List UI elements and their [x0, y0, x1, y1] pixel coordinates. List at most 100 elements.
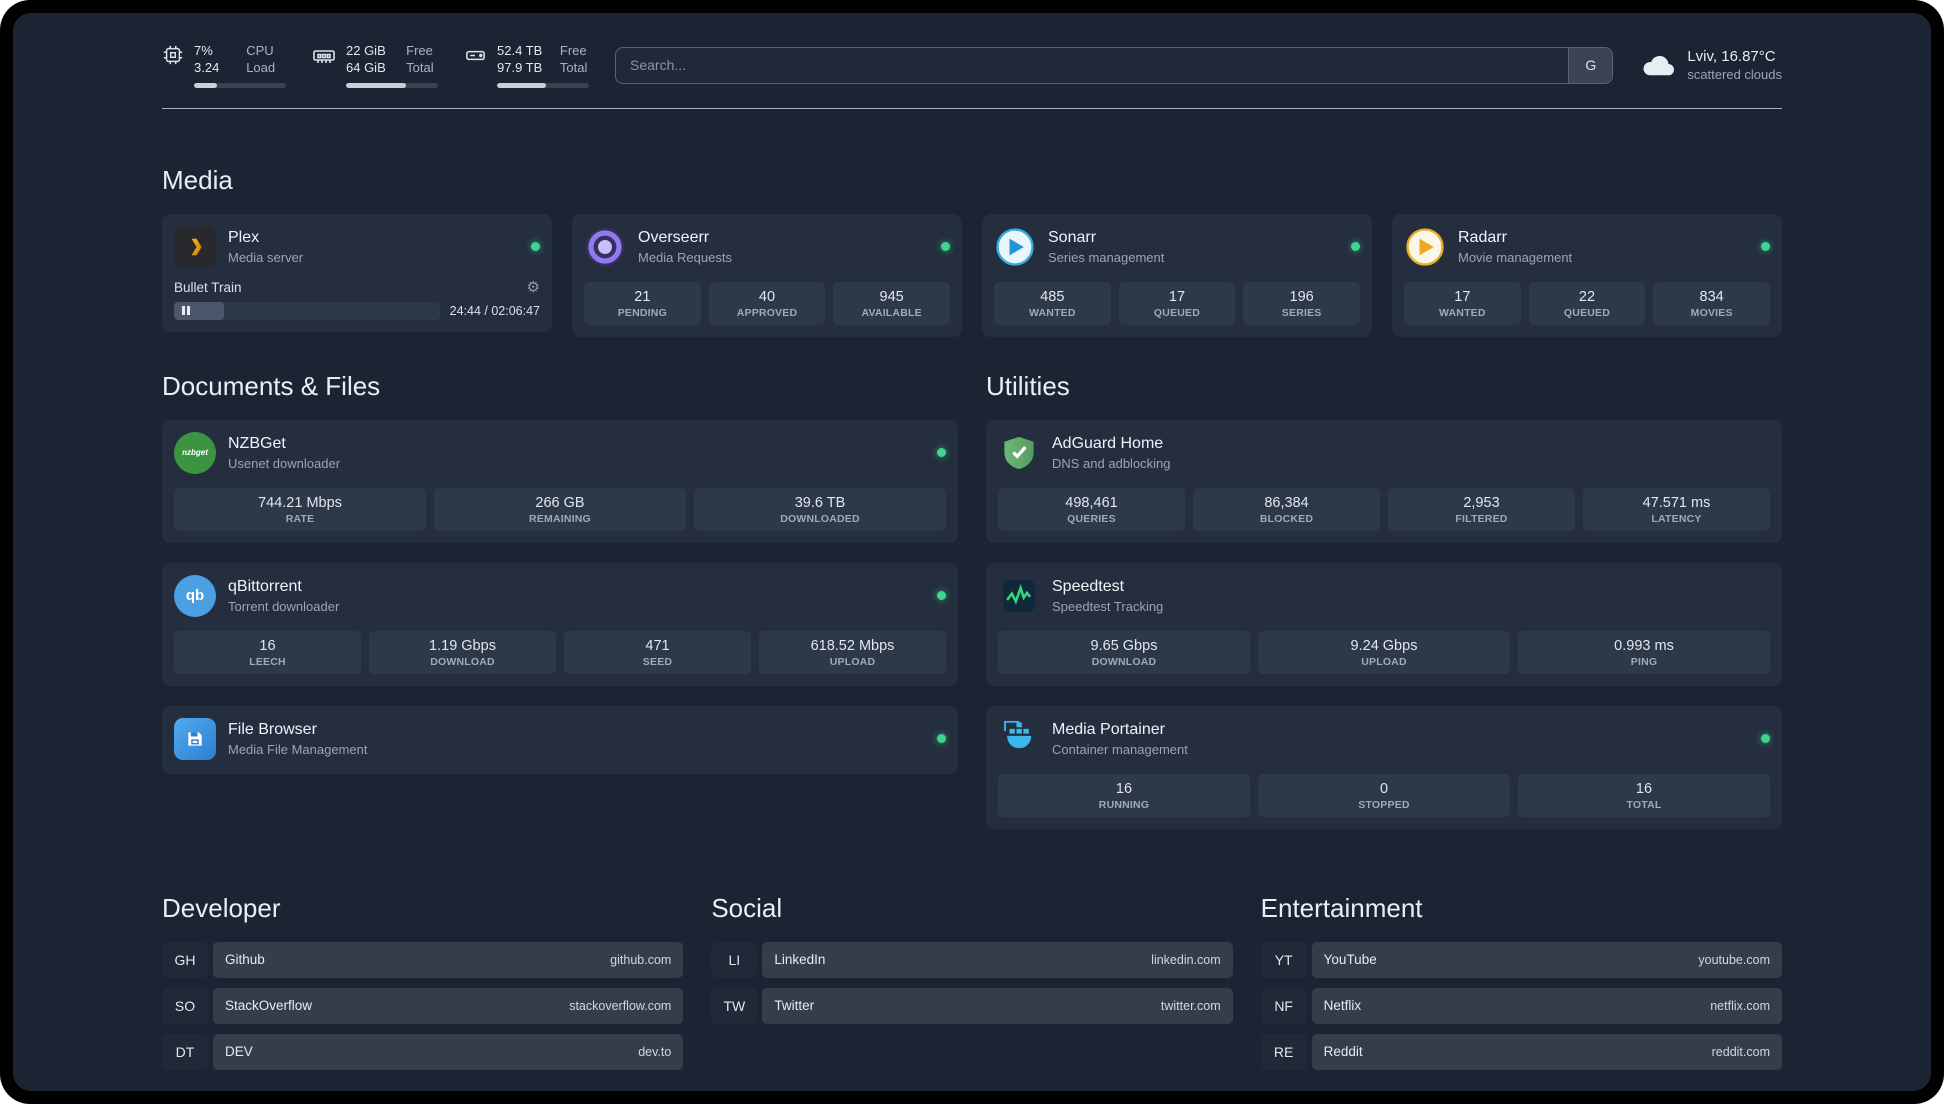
section-title-entertainment: Entertainment: [1260, 892, 1423, 923]
stat-downloaded: 39.6 TB DOWNLOADED: [694, 487, 946, 531]
bookmark-twitter[interactable]: TW Twitter twitter.com: [711, 987, 1233, 1024]
media-grid: Plex Media server Bullet Train ⚙ 24:44 /…: [162, 213, 1782, 337]
section-utilities: Utilities AdGuard Home DNS and adblockin…: [986, 371, 1782, 829]
stat-value: 0.993 ms: [1614, 637, 1674, 654]
social-list: LI LinkedIn linkedin.com TW Twitter twit…: [711, 941, 1233, 1024]
speedtest-meta: Speedtest Speedtest Tracking: [1052, 577, 1163, 613]
stat-series: 196 SERIES: [1243, 281, 1360, 325]
service-name: Radarr: [1458, 229, 1507, 247]
stat-value: 9.24 Gbps: [1350, 637, 1418, 654]
portainer-meta: Media Portainer Container management: [1052, 720, 1188, 756]
service-name: NZBGet: [228, 435, 286, 453]
top-bar: 7% CPU 3.24 Load 22 GiB Free 64 GiB Tota…: [162, 43, 1782, 88]
bookmark-body: Github github.com: [213, 941, 684, 978]
bookmark-name: Github: [225, 952, 265, 967]
radarr-card[interactable]: Radarr Movie management 17 WANTED 22 QUEUE…: [1392, 213, 1782, 337]
stat-download: 1.19 Gbps DOWNLOAD: [369, 630, 556, 674]
stat-value: 744.21 Mbps: [258, 494, 342, 511]
bookmark-abbr: SO: [162, 987, 208, 1024]
adguard-header: AdGuard Home DNS and adblocking: [998, 430, 1770, 476]
nzbget-card[interactable]: nzbget NZBGet Usenet downloader 744.21 M…: [162, 419, 958, 543]
memory-widget: 22 GiB Free 64 GiB Total: [312, 43, 438, 88]
entertainment-list: YT YouTube youtube.com NF Netflix netfli…: [1260, 941, 1782, 1070]
stat-ping: 0.993 ms PING: [1518, 630, 1770, 674]
search-input[interactable]: [616, 47, 1569, 83]
speedtest-stats: 9.65 Gbps DOWNLOAD 9.24 Gbps UPLOAD 0.993 …: [998, 630, 1770, 674]
adguard-card[interactable]: AdGuard Home DNS and adblocking 498,461 Q…: [986, 419, 1782, 543]
service-desc: Series management: [1048, 249, 1165, 265]
gear-icon[interactable]: ⚙: [527, 280, 540, 295]
filebrowser-card[interactable]: File Browser Media File Management: [162, 705, 958, 774]
bookmark-github[interactable]: GH Github github.com: [162, 941, 684, 978]
section-documents: Documents & Files nzbget NZBGet Usenet d…: [162, 371, 958, 774]
player-progressbar[interactable]: [174, 301, 440, 320]
plex-card[interactable]: Plex Media server Bullet Train ⚙ 24:44 /…: [162, 213, 552, 332]
stat-download: 9.65 Gbps DOWNLOAD: [998, 630, 1250, 674]
speedtest-card[interactable]: Speedtest Speedtest Tracking 9.65 Gbps DO…: [986, 562, 1782, 686]
adguard-stats: 498,461 QUERIES 86,384 BLOCKED 2,953 FILTER…: [998, 487, 1770, 531]
bookmark-linkedin[interactable]: LI LinkedIn linkedin.com: [711, 941, 1233, 978]
bookmark-stackoverflow[interactable]: SO StackOverflow stackoverflow.com: [162, 987, 684, 1024]
disk-widget: 52.4 TB Free 97.9 TB Total: [464, 43, 589, 88]
stat-value: 618.52 Mbps: [810, 637, 895, 654]
bookmark-domain: netflix.com: [1710, 998, 1770, 1013]
radarr-stats: 17 WANTED 22 QUEUED 834 MOVIES: [1404, 281, 1770, 325]
stat-value: 266 GB: [535, 494, 585, 511]
overseerr-stats: 21 PENDING 40 APPROVED 945 AVAILABLE: [584, 281, 950, 325]
weather-widget: Lviv, 16.87°C scattered clouds: [1639, 46, 1782, 84]
stat-value: 39.6 TB: [794, 494, 846, 511]
sonarr-card[interactable]: Sonarr Series management 485 WANTED 17 QUE…: [982, 213, 1372, 337]
bookmark-netflix[interactable]: NF Netflix netflix.com: [1260, 987, 1782, 1024]
section-title-developer: Developer: [162, 892, 281, 923]
stat-value: 9.65 Gbps: [1090, 637, 1158, 654]
cpu-label-1: CPU: [246, 43, 274, 58]
bookmark-body: YouTube youtube.com: [1311, 941, 1782, 978]
bookmark-body: Reddit reddit.com: [1311, 1033, 1782, 1070]
radarr-header: Radarr Movie management: [1404, 224, 1770, 270]
stat-value: 47.571 ms: [1642, 494, 1711, 511]
disk-stats: 52.4 TB Free 97.9 TB Total: [497, 43, 589, 88]
speedtest-header: Speedtest Speedtest Tracking: [998, 573, 1770, 619]
qbittorrent-icon: qb: [174, 574, 216, 617]
stat-blocked: 86,384 BLOCKED: [1193, 487, 1380, 531]
bookmarks-row: Developer GH Github github.com SO StackO…: [162, 893, 1782, 1070]
qbittorrent-card[interactable]: qb qBittorrent Torrent downloader 16 LEEC…: [162, 562, 958, 686]
disk-label-2: Total: [559, 60, 588, 76]
bookmark-youtube[interactable]: YT YouTube youtube.com: [1260, 941, 1782, 978]
stat-label: STOPPED: [1358, 798, 1410, 811]
stat-value: 22: [1578, 288, 1596, 305]
stat-queries: 498,461 QUERIES: [998, 487, 1185, 531]
topbar-divider: [162, 107, 1782, 109]
stat-value: 40: [758, 288, 776, 305]
portainer-header: Media Portainer Container management: [998, 716, 1770, 762]
bookmark-dev[interactable]: DT DEV dev.to: [162, 1033, 684, 1070]
stat-movies: 834 MOVIES: [1653, 281, 1770, 325]
dashboard: 7% CPU 3.24 Load 22 GiB Free 64 GiB Tota…: [13, 13, 1931, 1091]
bookmark-domain: github.com: [610, 952, 672, 967]
stat-label: TOTAL: [1626, 798, 1662, 811]
stat-total: 16 TOTAL: [1518, 773, 1770, 817]
developer-list: GH Github github.com SO StackOverflow st…: [162, 941, 684, 1070]
memory-total: 64 GiB: [346, 60, 386, 76]
service-desc: Media server: [228, 249, 304, 265]
search-provider-button[interactable]: G: [1568, 47, 1613, 83]
nzbget-icon-text: nzbget: [182, 447, 208, 457]
pause-icon[interactable]: [182, 306, 190, 315]
service-desc: Torrent downloader: [228, 598, 340, 614]
bookmark-reddit[interactable]: RE Reddit reddit.com: [1260, 1033, 1782, 1070]
cpu-stats: 7% CPU 3.24 Load: [194, 43, 286, 88]
disk-free: 52.4 TB: [497, 43, 543, 58]
service-desc: Speedtest Tracking: [1052, 598, 1164, 614]
stat-label: RATE: [285, 512, 315, 525]
stat-label: REMAINING: [529, 512, 591, 525]
stat-label: LEECH: [249, 655, 286, 668]
bookmark-abbr: YT: [1260, 941, 1307, 978]
middle-columns: Documents & Files nzbget NZBGet Usenet d…: [162, 371, 1782, 829]
overseerr-card[interactable]: Overseerr Media Requests 21 PENDING 40 APP…: [572, 213, 962, 337]
stat-label: APPROVED: [736, 306, 798, 319]
stat-label: SEED: [642, 655, 673, 668]
stat-running: 16 RUNNING: [998, 773, 1250, 817]
service-name: File Browser: [228, 721, 317, 739]
portainer-card[interactable]: Media Portainer Container management 16 R…: [986, 705, 1782, 829]
sonarr-header: Sonarr Series management: [994, 224, 1360, 270]
